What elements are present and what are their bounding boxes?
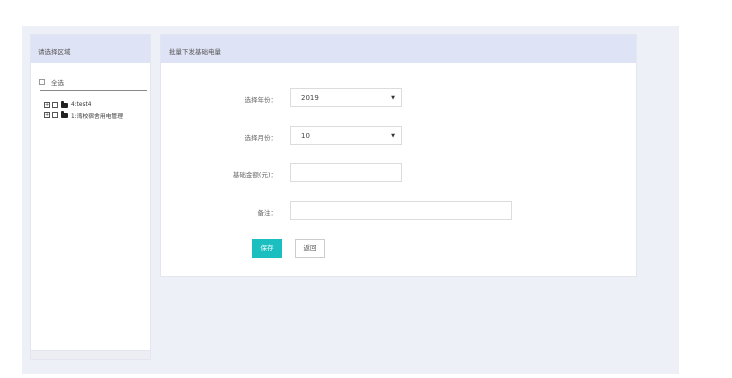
caret-down-icon: ▼ — [391, 133, 395, 139]
year-select-value: 2019 — [301, 94, 319, 102]
select-all-label: 全选 — [51, 79, 64, 87]
tree-checkbox[interactable] — [52, 112, 58, 118]
month-select-value: 10 — [301, 132, 310, 140]
expand-icon[interactable]: + — [44, 102, 50, 108]
amount-input[interactable] — [290, 163, 402, 182]
batch-form-panel: 批量下发基础电量 选择年份： 2019 ▼ 选择月份： 10 ▼ 基础金额(元)… — [160, 34, 637, 277]
amount-label: 基础金额(元)： — [232, 171, 277, 179]
tree-node-label[interactable]: 4:test4 — [71, 102, 91, 108]
panel-footer — [31, 350, 150, 359]
region-panel-title: 请选择区域 — [31, 35, 150, 63]
region-tree: + 4:test4 + 1:湾校宿舍用电管理 — [44, 100, 123, 120]
tree-node[interactable]: + 4:test4 — [44, 100, 123, 110]
form-panel-title: 批量下发基础电量 — [161, 35, 636, 63]
caret-down-icon: ▼ — [391, 95, 395, 101]
checkbox-icon[interactable] — [39, 79, 45, 85]
tree-node-label[interactable]: 1:湾校宿舍用电管理 — [71, 111, 123, 120]
app-frame: 请选择区域 全选 + 4:test4 + 1:湾校宿舍用电管理 批量下发基础电量… — [22, 26, 679, 374]
folder-icon — [61, 101, 68, 108]
year-label: 选择年份： — [244, 96, 278, 104]
save-button[interactable]: 保存 — [252, 239, 282, 258]
remark-label: 备注： — [257, 209, 278, 217]
select-all-checkbox[interactable]: 全选 — [39, 77, 64, 87]
region-panel: 请选择区域 全选 + 4:test4 + 1:湾校宿舍用电管理 — [30, 34, 151, 360]
back-button[interactable]: 返回 — [295, 239, 325, 258]
tree-node[interactable]: + 1:湾校宿舍用电管理 — [44, 110, 123, 120]
tree-checkbox[interactable] — [52, 102, 58, 108]
divider — [40, 90, 147, 91]
folder-icon — [61, 111, 68, 118]
year-select[interactable]: 2019 ▼ — [290, 88, 402, 107]
expand-icon[interactable]: + — [44, 112, 50, 118]
remark-input[interactable] — [290, 201, 512, 220]
month-label: 选择月份： — [244, 134, 278, 142]
month-select[interactable]: 10 ▼ — [290, 126, 402, 145]
